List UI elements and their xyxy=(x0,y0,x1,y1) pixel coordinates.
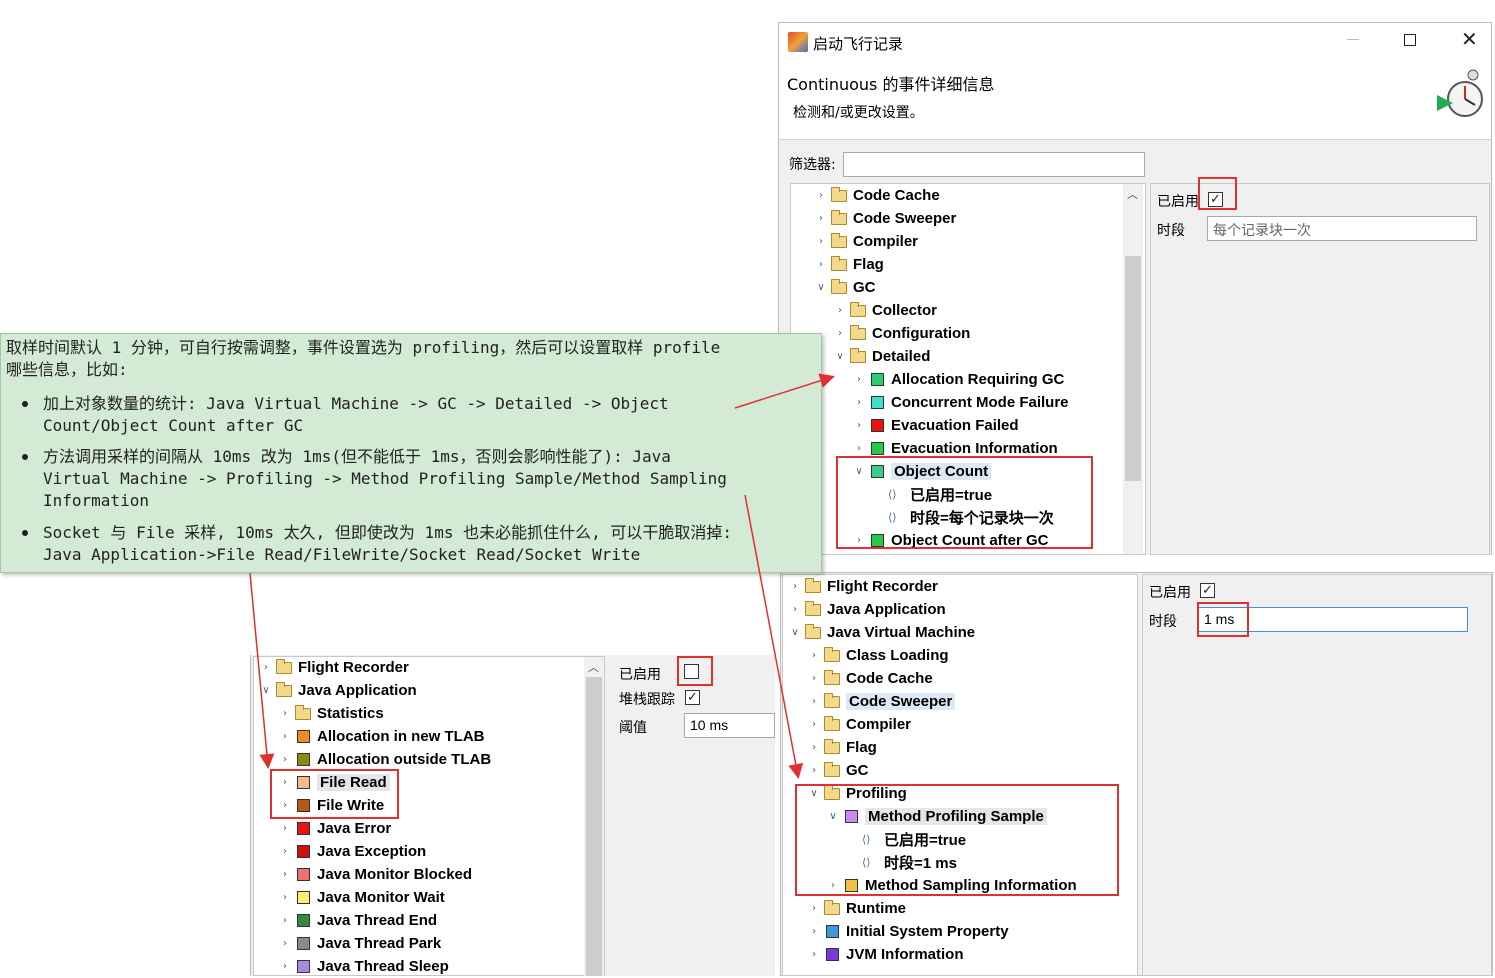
arrow-to-profiling xyxy=(744,494,804,779)
arrow-to-object-count xyxy=(734,373,835,409)
arrow-to-file-read xyxy=(249,572,275,769)
annotation-arrows xyxy=(249,373,835,779)
